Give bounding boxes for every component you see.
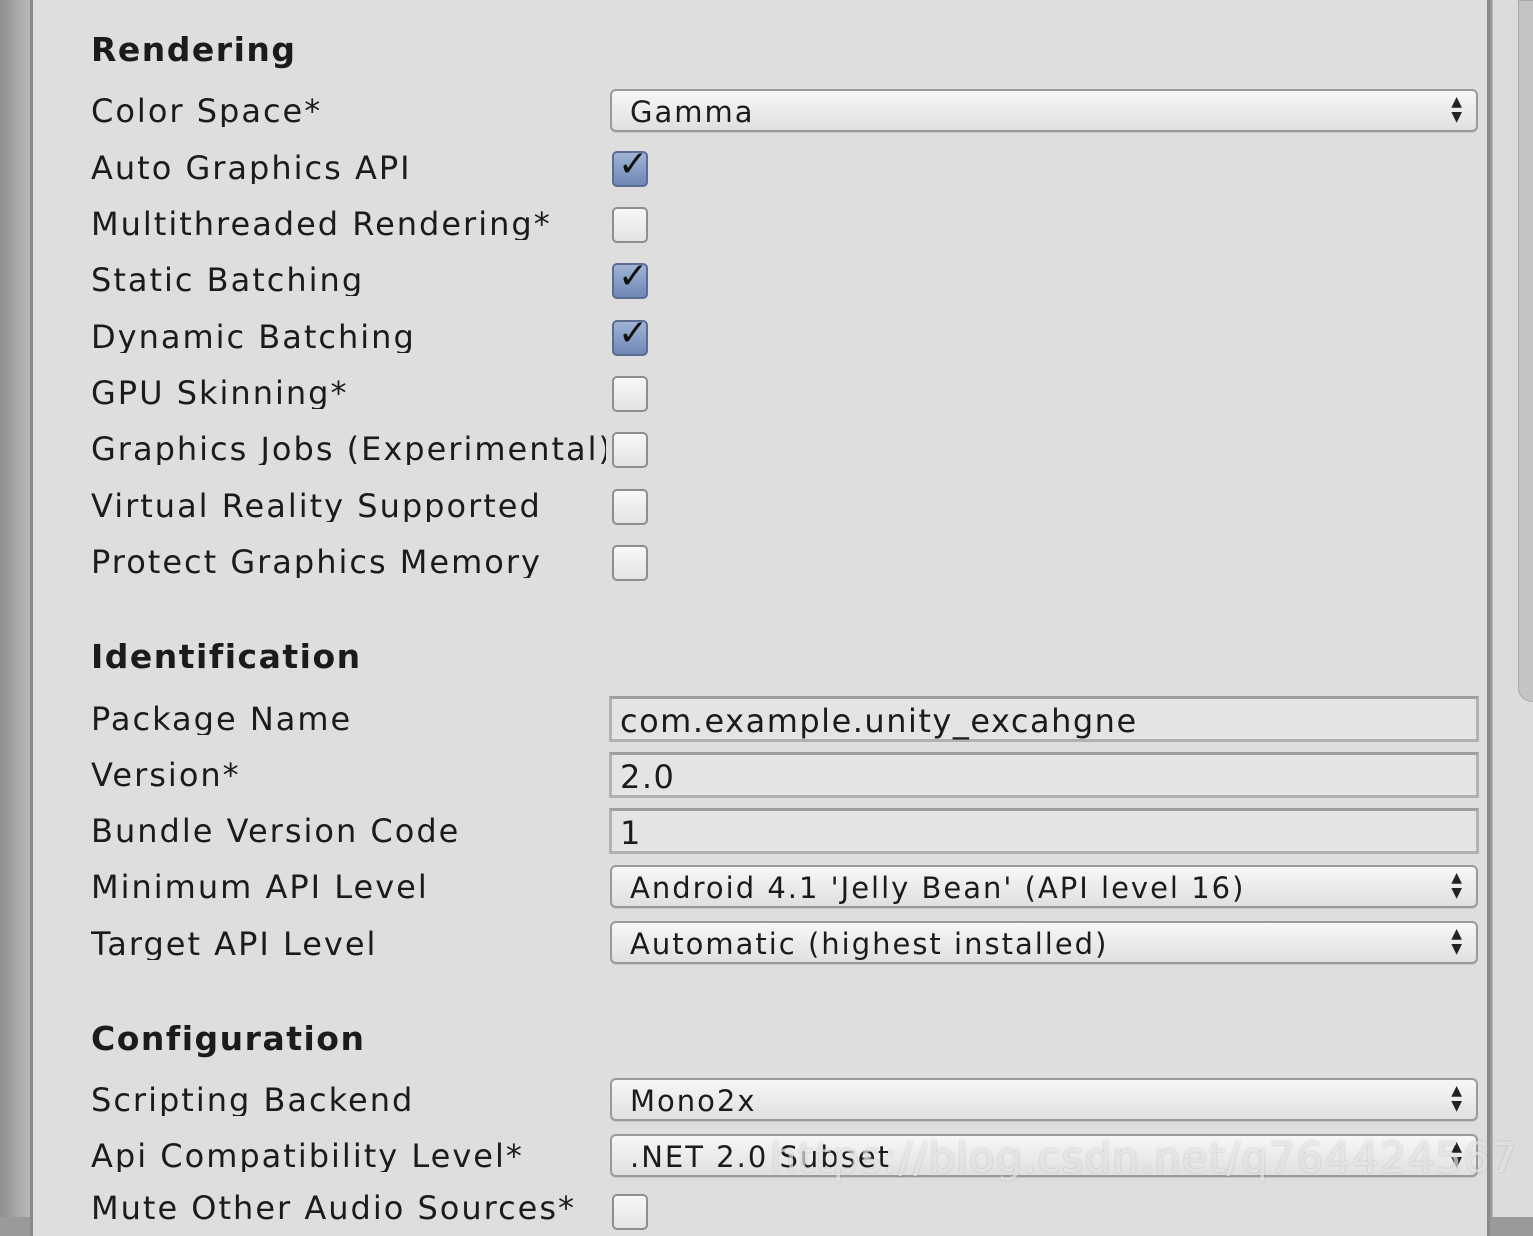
virtual-reality-label: Virtual Reality Supported: [91, 490, 542, 522]
bundle-version-code-value: 1: [620, 814, 642, 852]
color-space-label: Color Space*: [91, 95, 323, 127]
bundle-version-code-label: Bundle Version Code: [91, 815, 461, 847]
graphics-jobs-checkbox[interactable]: [612, 432, 648, 468]
scripting-backend-label: Scripting Backend: [91, 1084, 415, 1116]
auto-graphics-api-checkbox[interactable]: ✓: [612, 147, 648, 187]
mute-other-audio-checkbox[interactable]: [612, 1194, 648, 1230]
virtual-reality-checkbox[interactable]: [612, 489, 648, 525]
static-batching-label: Static Batching: [91, 264, 365, 296]
bundle-version-code-field[interactable]: 1: [609, 808, 1479, 854]
gpu-skinning-checkbox[interactable]: [612, 376, 648, 412]
package-name-field[interactable]: com.example.unity_excahgne: [609, 696, 1479, 742]
minimum-api-level-value: Android 4.1 'Jelly Bean' (API level 16): [630, 871, 1246, 905]
scripting-backend-value: Mono2x: [630, 1084, 757, 1118]
package-name-label: Package Name: [91, 703, 353, 735]
dynamic-batching-checkbox[interactable]: ✓: [612, 316, 648, 356]
gpu-skinning-label: GPU Skinning*: [91, 377, 349, 409]
target-api-level-value: Automatic (highest installed): [630, 927, 1109, 961]
graphics-jobs-label: Graphics Jobs (Experimental): [91, 433, 606, 465]
minimum-api-level-label: Minimum API Level: [91, 871, 429, 903]
updown-arrows-icon: ▲ ▼: [1451, 926, 1462, 957]
scrollbar-thumb[interactable]: [1518, 0, 1533, 702]
api-compatibility-level-label: Api Compatibility Level*: [91, 1140, 524, 1172]
multithreaded-rendering-label: Multithreaded Rendering*: [91, 208, 552, 240]
protect-graphics-memory-label: Protect Graphics Memory: [91, 546, 542, 578]
target-api-level-dropdown[interactable]: Automatic (highest installed) ▲ ▼: [610, 921, 1478, 964]
section-heading-identification: Identification: [91, 637, 362, 676]
color-space-dropdown[interactable]: Gamma ▲ ▼: [610, 89, 1478, 132]
version-label: Version*: [91, 759, 241, 791]
checkmark-icon: ✓: [618, 313, 649, 354]
version-field[interactable]: 2.0: [609, 752, 1479, 798]
mute-other-audio-label: Mute Other Audio Sources*: [91, 1192, 577, 1224]
section-heading-configuration: Configuration: [91, 1019, 366, 1058]
updown-arrows-icon: ▲ ▼: [1451, 1083, 1462, 1114]
static-batching-checkbox[interactable]: ✓: [612, 259, 648, 299]
section-heading-rendering: Rendering: [91, 30, 297, 69]
watermark-text: https://blog.csdn.net/q764424567: [770, 1133, 1519, 1182]
auto-graphics-api-label: Auto Graphics API: [91, 152, 412, 184]
package-name-value: com.example.unity_excahgne: [620, 702, 1138, 740]
target-api-level-label: Target API Level: [91, 928, 378, 960]
multithreaded-rendering-checkbox[interactable]: [612, 207, 648, 243]
scripting-backend-dropdown[interactable]: Mono2x ▲ ▼: [610, 1078, 1478, 1121]
dynamic-batching-label: Dynamic Batching: [91, 321, 416, 353]
color-space-value: Gamma: [630, 95, 755, 129]
updown-arrows-icon: ▲ ▼: [1451, 870, 1462, 901]
window-edge: [0, 0, 30, 1217]
updown-arrows-icon: ▲ ▼: [1451, 94, 1462, 125]
minimum-api-level-dropdown[interactable]: Android 4.1 'Jelly Bean' (API level 16) …: [610, 865, 1478, 908]
protect-graphics-memory-checkbox[interactable]: [612, 545, 648, 581]
checkmark-icon: ✓: [618, 144, 649, 185]
version-value: 2.0: [620, 758, 676, 796]
checkmark-icon: ✓: [618, 256, 649, 297]
